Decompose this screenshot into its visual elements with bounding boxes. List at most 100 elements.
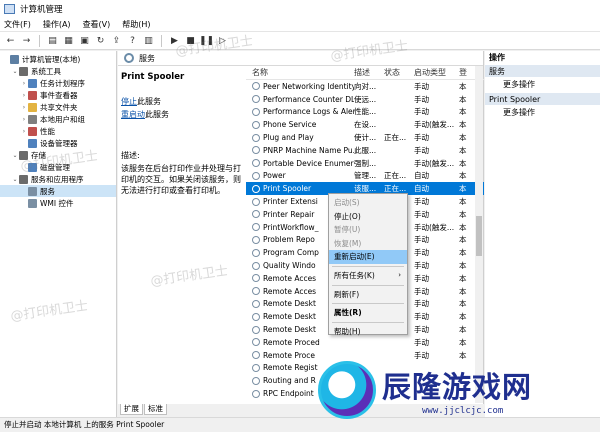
service-name: Portable Device Enumera... [263,158,354,168]
service-gear-icon [252,248,260,257]
service-row[interactable]: Portable Device Enumera...强制...手动(触发...本 [246,157,484,170]
context-menu-item[interactable]: 停止(O) [329,210,407,224]
more-actions-print-spooler[interactable]: 更多操作 [485,105,600,120]
menu-action[interactable]: 操作(A) [43,19,71,30]
toolbar-separator [161,34,162,47]
service-startup-type: 手动 [414,325,429,335]
expand-toggle-icon[interactable]: › [20,92,28,99]
tree-node[interactable]: › 性能 [0,125,116,137]
service-gear-icon [252,376,260,385]
tree-node[interactable]: ⌄ 服务和应用程序 [0,173,116,185]
context-menu-label: 所有任务(K) [334,270,375,280]
tree-node[interactable]: › 任务计划程序 [0,77,116,89]
service-name-cell: Peer Networking Identity... [246,82,354,91]
selected-service-name: Print Spooler [121,72,185,82]
show-hide-icon[interactable]: ▥ [142,34,155,47]
service-row[interactable]: Performance Logs & Aler... 性能... 手动本 [246,106,484,119]
context-menu-item[interactable]: 重新启动(E) [329,250,407,264]
tree-node-icon [10,54,19,64]
tree-node-label: 事件查看器 [40,90,78,100]
column-startup-type[interactable]: 启动类型 [414,67,459,78]
tree-node-icon [19,174,28,184]
service-gear-icon [252,159,260,168]
expand-toggle-icon[interactable]: ⌄ [11,152,19,159]
service-gear-icon [252,82,260,91]
toolbar: ← → ▤ ▦ ▣ ↻ ⇪ ? ▥ ▶ ■ ❚❚ ▷ [0,32,600,50]
service-gear-icon [252,184,260,193]
service-description: 向对... [354,81,377,91]
service-gear-icon [252,95,260,104]
tree-node[interactable]: › 本地用户和组 [0,113,116,125]
tree-node-label: 共享文件夹 [40,102,78,112]
context-menu-item[interactable]: 属性(R) [329,306,407,320]
column-description[interactable]: 描述 [354,67,384,78]
column-status[interactable]: 状态 [384,67,414,78]
brand-text: 辰隆游戏网 www.jjclcjc.com [382,364,532,416]
description-text: 该服务在后台打印作业并处理与打印机的交互。如果关闭该服务，则无法进行打印或查看打… [121,164,241,195]
context-menu-item[interactable]: 刷新(F) [329,288,407,302]
restart-service-link[interactable]: 重启动 [121,110,145,119]
stop-service-link[interactable]: 停止 [121,97,137,106]
context-menu-item[interactable]: 帮助(H) [329,325,407,339]
list-header: 名称 描述 状态 启动类型 登 [246,66,484,80]
tree-node[interactable]: 计算机管理(本地) [0,53,116,65]
scrollbar-thumb[interactable] [476,216,482,256]
service-row[interactable]: Power 管理... 正在... 自动本 [246,170,484,183]
service-row[interactable]: Peer Networking Identity... 向对... 手动本 [246,80,484,93]
service-status: 正在... [384,133,407,143]
tab-extended[interactable]: 扩展 [120,404,143,415]
more-actions-services[interactable]: 更多操作 [485,77,600,92]
service-name: Routing and R [263,376,316,386]
tree-node-icon [28,186,37,196]
tree-node[interactable]: WMI 控件 [0,197,116,209]
forward-arrow-icon[interactable]: → [20,34,33,47]
service-row[interactable]: Plug and Play 使计... 正在... 手动本 [246,131,484,144]
properties-icon[interactable]: ▣ [78,34,91,47]
tree-node-label: 服务和应用程序 [31,174,84,184]
submenu-arrow-icon: › [398,270,401,279]
actions-section-services[interactable]: 服务 [485,64,600,77]
service-name-cell: Phone Service [246,120,354,129]
service-gear-icon [252,389,260,398]
expand-toggle-icon[interactable]: › [20,128,28,135]
tree-node[interactable]: ⌄ 系统工具 [0,65,116,77]
tree-node-icon [28,138,37,148]
expand-toggle-icon[interactable]: › [20,116,28,123]
service-row[interactable]: Performance Counter DL... 使远... 手动本 [246,93,484,106]
expand-toggle-icon[interactable]: ⌄ [11,68,19,75]
service-name: Performance Counter DL... [263,94,354,104]
expand-toggle-icon[interactable]: › [20,104,28,111]
vertical-scrollbar[interactable] [475,66,483,403]
tree-node[interactable]: 服务 [0,185,116,197]
console-tree-icon[interactable]: ▦ [62,34,75,47]
tree-node-label: 任务计划程序 [40,78,85,88]
service-name: Quality Windo [263,261,316,271]
actions-section-print-spooler[interactable]: Print Spooler [485,92,600,105]
tree-node[interactable]: 设备管理器 [0,137,116,149]
tree-node-icon [28,114,37,124]
expand-toggle-icon[interactable]: ⌄ [11,176,19,183]
tree-node[interactable]: › 事件查看器 [0,89,116,101]
context-menu-label: 属性(R) [334,308,362,318]
expand-toggle-icon[interactable]: › [20,80,28,87]
menu-view[interactable]: 查看(V) [83,19,111,30]
tree-node-label: 计算机管理(本地) [22,54,81,64]
export-icon[interactable]: ⇪ [110,34,123,47]
menu-help[interactable]: 帮助(H) [122,19,150,30]
context-menu-item[interactable]: 所有任务(K) › [329,269,407,283]
refresh-icon[interactable]: ↻ [94,34,107,47]
context-menu-label: 恢复(M) [334,238,362,248]
back-arrow-icon[interactable]: ← [4,34,17,47]
help-icon[interactable]: ? [126,34,139,47]
service-startup-type: 手动 [414,273,429,283]
service-row[interactable]: Phone Service 在设... 手动(触发... 本 [246,118,484,131]
context-menu-label: 启动(S) [334,198,360,207]
tree-node[interactable]: › 共享文件夹 [0,101,116,113]
toolbar-separator [39,34,40,47]
menu-file[interactable]: 文件(F) [4,19,31,30]
folder-up-icon[interactable]: ▤ [46,34,59,47]
tab-standard[interactable]: 标准 [144,404,167,415]
column-name[interactable]: 名称 [246,67,354,78]
service-row[interactable]: PNRP Machine Name Pu... 此服... 手动本 [246,144,484,157]
service-name: Program Comp [263,248,319,258]
